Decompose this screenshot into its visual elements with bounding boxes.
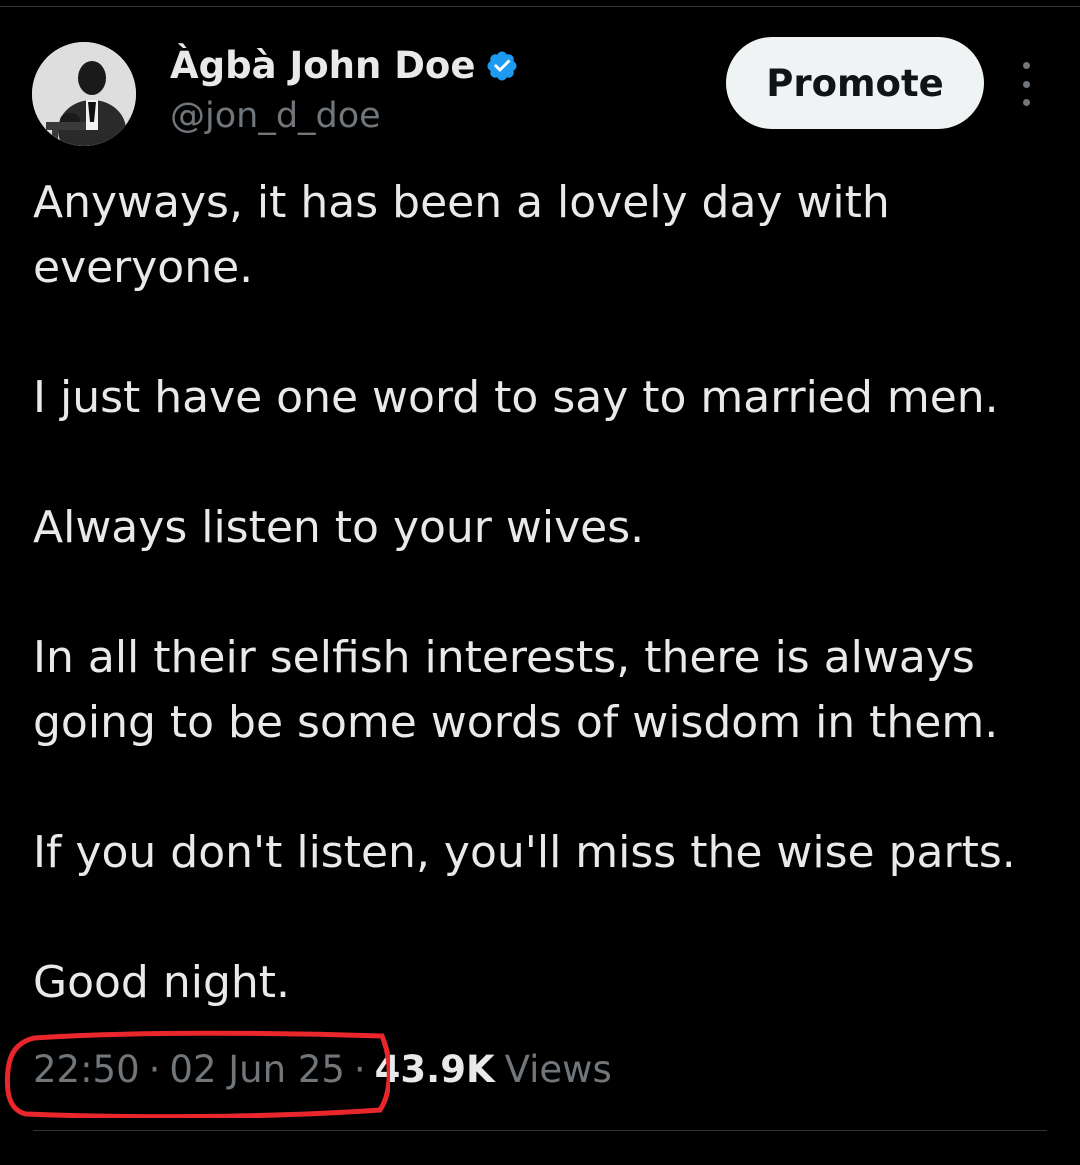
tweet-paragraph: I just have one word to say to married m… [33,372,999,423]
tweet-date[interactable]: 02 Jun 25 [169,1048,345,1091]
top-divider [0,6,1080,7]
views-label[interactable]: Views [505,1048,612,1091]
author-handle[interactable]: @jon_d_doe [170,96,381,136]
views-count[interactable]: 43.9K [375,1048,495,1091]
author-display-name[interactable]: Àgbà John Doe [170,44,519,87]
tweet-paragraph: Good night. [33,957,291,1008]
bottom-divider [33,1130,1047,1131]
more-dot [1022,99,1030,106]
tweet-text: Anyways, it has been a lovely day with e… [33,170,1063,1015]
verified-badge-icon[interactable] [485,49,519,83]
meta-separator: · [353,1048,366,1091]
promote-button[interactable]: Promote [726,37,984,129]
more-vertical-icon[interactable] [1010,62,1042,106]
tweet-time[interactable]: 22:50 [33,1048,140,1091]
tweet-paragraph: If you don't listen, you'll miss the wis… [33,827,1016,878]
avatar[interactable] [32,42,136,146]
more-dot [1022,62,1030,69]
tweet-paragraph: Anyways, it has been a lovely day with e… [33,177,890,293]
tweet-paragraph: In all their selfish interests, there is… [33,632,999,748]
meta-separator: · [148,1048,161,1091]
more-dot [1022,80,1030,88]
avatar-image [32,42,136,146]
tweet-meta: 22:50 · 02 Jun 25 · 43.9K Views [33,1048,612,1091]
tweet-paragraph: Always listen to your wives. [33,502,645,553]
author-name-text: Àgbà John Doe [170,44,476,87]
